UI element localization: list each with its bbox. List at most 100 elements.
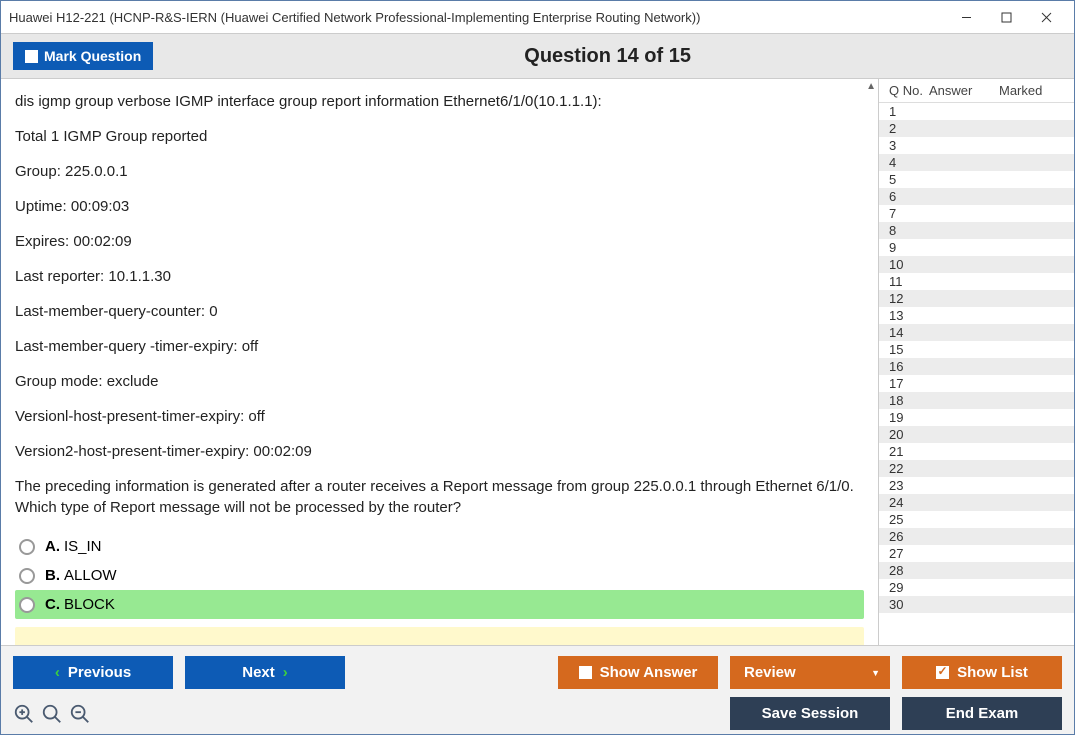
- question-nav-row[interactable]: 30: [879, 596, 1074, 613]
- footer: ‹ Previous Next › Show Answer Review ▼ S…: [1, 645, 1074, 734]
- footer-row-1: ‹ Previous Next › Show Answer Review ▼ S…: [13, 656, 1062, 689]
- qno-cell: 18: [889, 393, 929, 408]
- show-answer-button[interactable]: Show Answer: [558, 656, 718, 689]
- question-counter: Question 14 of 15: [153, 45, 1062, 68]
- qno-cell: 10: [889, 257, 929, 272]
- qno-cell: 11: [889, 274, 929, 289]
- checkbox-checked-icon: [936, 666, 949, 679]
- answer-highlight-row: [15, 627, 864, 645]
- question-nav-row[interactable]: 23: [879, 477, 1074, 494]
- review-dropdown[interactable]: Review ▼: [730, 656, 890, 689]
- question-nav-row[interactable]: 26: [879, 528, 1074, 545]
- option-b[interactable]: B. ALLOW: [15, 561, 864, 590]
- question-nav-row[interactable]: 17: [879, 375, 1074, 392]
- zoom-out-icon[interactable]: [69, 703, 91, 725]
- question-line: Last-member-query-counter: 0: [15, 301, 864, 322]
- option-a[interactable]: A. IS_IN: [15, 532, 864, 561]
- qno-cell: 30: [889, 597, 929, 612]
- question-scroll[interactable]: ▲ dis igmp group verbose IGMP interface …: [1, 79, 878, 645]
- qno-cell: 17: [889, 376, 929, 391]
- question-nav-row[interactable]: 22: [879, 460, 1074, 477]
- question-nav-row[interactable]: 28: [879, 562, 1074, 579]
- question-nav-row[interactable]: 13: [879, 307, 1074, 324]
- question-nav-list[interactable]: 1234567891011121314151617181920212223242…: [879, 103, 1074, 645]
- question-line: Group: 225.0.0.1: [15, 161, 864, 182]
- qno-cell: 28: [889, 563, 929, 578]
- qno-cell: 3: [889, 138, 929, 153]
- question-nav-row[interactable]: 15: [879, 341, 1074, 358]
- question-nav-row[interactable]: 1: [879, 103, 1074, 120]
- question-line: Uptime: 00:09:03: [15, 196, 864, 217]
- question-nav-row[interactable]: 6: [879, 188, 1074, 205]
- chevron-down-icon: ▼: [871, 668, 880, 678]
- question-nav-row[interactable]: 29: [879, 579, 1074, 596]
- question-nav-row[interactable]: 9: [879, 239, 1074, 256]
- option-text: ALLOW: [64, 567, 117, 584]
- question-nav-row[interactable]: 12: [879, 290, 1074, 307]
- save-session-label: Save Session: [762, 705, 859, 722]
- question-line: Last reporter: 10.1.1.30: [15, 266, 864, 287]
- question-nav-row[interactable]: 19: [879, 409, 1074, 426]
- titlebar: Huawei H12-221 (HCNP-R&S-IERN (Huawei Ce…: [1, 1, 1074, 33]
- save-session-button[interactable]: Save Session: [730, 697, 890, 730]
- zoom-in-icon[interactable]: [13, 703, 35, 725]
- previous-label: Previous: [68, 664, 131, 681]
- question-nav-row[interactable]: 2: [879, 120, 1074, 137]
- close-button[interactable]: [1026, 5, 1066, 29]
- end-exam-label: End Exam: [946, 705, 1019, 722]
- header-bar: Mark Question Question 14 of 15: [1, 33, 1074, 79]
- qno-cell: 25: [889, 512, 929, 527]
- zoom-reset-icon[interactable]: [41, 703, 63, 725]
- previous-button[interactable]: ‹ Previous: [13, 656, 173, 689]
- show-list-label: Show List: [957, 664, 1028, 681]
- question-nav-row[interactable]: 25: [879, 511, 1074, 528]
- qno-cell: 27: [889, 546, 929, 561]
- question-nav-row[interactable]: 21: [879, 443, 1074, 460]
- scroll-up-icon[interactable]: ▲: [866, 81, 876, 92]
- qno-cell: 20: [889, 427, 929, 442]
- question-nav-row[interactable]: 10: [879, 256, 1074, 273]
- option-letter: A.: [45, 538, 60, 555]
- qno-cell: 15: [889, 342, 929, 357]
- question-pane: ▲ dis igmp group verbose IGMP interface …: [1, 79, 879, 645]
- question-nav-row[interactable]: 24: [879, 494, 1074, 511]
- show-list-button[interactable]: Show List: [902, 656, 1062, 689]
- options-list: A. IS_IN B. ALLOW C. BLOCK: [15, 532, 864, 645]
- chevron-left-icon: ‹: [55, 664, 60, 681]
- col-marked: Marked: [999, 83, 1068, 98]
- question-nav-row[interactable]: 20: [879, 426, 1074, 443]
- question-line: Versionl-host-present-timer-expiry: off: [15, 406, 864, 427]
- question-nav-row[interactable]: 18: [879, 392, 1074, 409]
- qno-cell: 2: [889, 121, 929, 136]
- question-nav-row[interactable]: 8: [879, 222, 1074, 239]
- question-nav-row[interactable]: 5: [879, 171, 1074, 188]
- question-nav-row[interactable]: 7: [879, 205, 1074, 222]
- mark-label: Mark Question: [44, 48, 141, 64]
- option-letter: B.: [45, 567, 60, 584]
- qno-cell: 1: [889, 104, 929, 119]
- question-nav-row[interactable]: 4: [879, 154, 1074, 171]
- app-window: Huawei H12-221 (HCNP-R&S-IERN (Huawei Ce…: [0, 0, 1075, 735]
- qno-cell: 7: [889, 206, 929, 221]
- mark-question-button[interactable]: Mark Question: [13, 42, 153, 70]
- question-nav-row[interactable]: 3: [879, 137, 1074, 154]
- qno-cell: 13: [889, 308, 929, 323]
- minimize-button[interactable]: [946, 5, 986, 29]
- question-nav-row[interactable]: 27: [879, 545, 1074, 562]
- qno-cell: 29: [889, 580, 929, 595]
- qno-cell: 19: [889, 410, 929, 425]
- next-button[interactable]: Next ›: [185, 656, 345, 689]
- end-exam-button[interactable]: End Exam: [902, 697, 1062, 730]
- qno-cell: 26: [889, 529, 929, 544]
- maximize-button[interactable]: [986, 5, 1026, 29]
- question-line: Total 1 IGMP Group reported: [15, 126, 864, 147]
- question-nav-row[interactable]: 11: [879, 273, 1074, 290]
- qno-cell: 12: [889, 291, 929, 306]
- question-list-panel: Q No. Answer Marked 12345678910111213141…: [879, 79, 1074, 645]
- question-line: Expires: 00:02:09: [15, 231, 864, 252]
- option-c[interactable]: C. BLOCK: [15, 590, 864, 619]
- question-nav-row[interactable]: 14: [879, 324, 1074, 341]
- question-line: The preceding information is generated a…: [15, 476, 864, 518]
- question-nav-row[interactable]: 16: [879, 358, 1074, 375]
- qno-cell: 5: [889, 172, 929, 187]
